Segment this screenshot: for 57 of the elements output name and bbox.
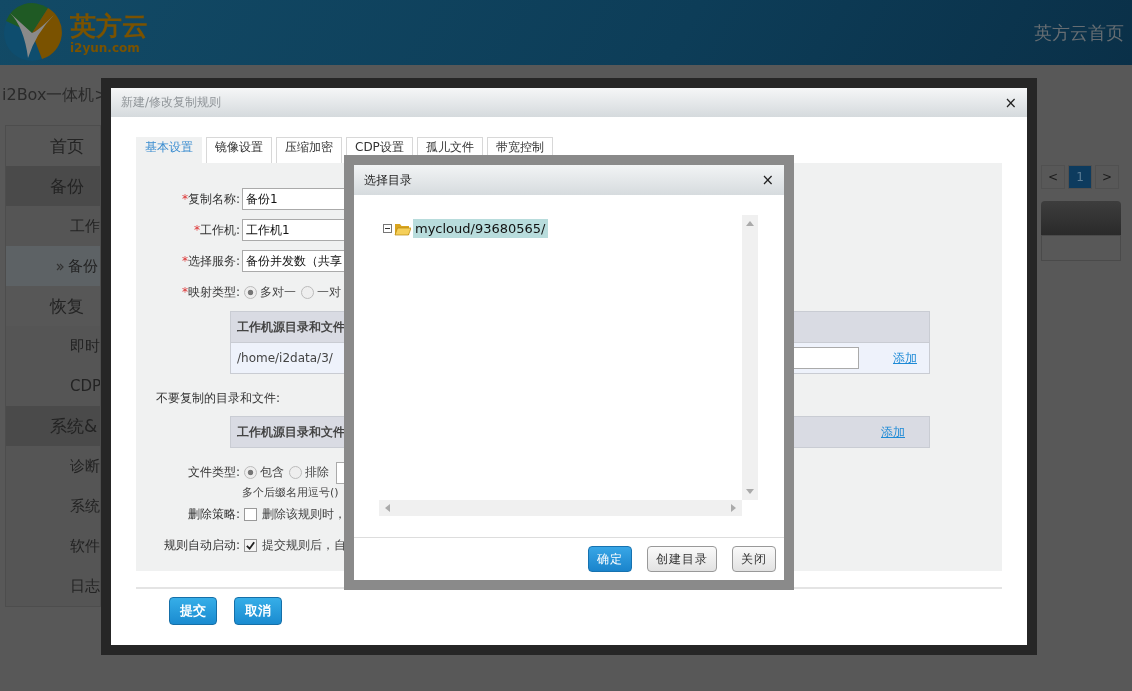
checkbox[interactable]: [244, 538, 257, 552]
close-button[interactable]: ×: [1004, 93, 1017, 112]
scrollbar[interactable]: [379, 500, 742, 516]
path-field[interactable]: [793, 347, 859, 369]
modal-title: 新建/修改复制规则: [121, 94, 222, 111]
prev-page-button[interactable]: <: [1041, 165, 1065, 189]
radio-button[interactable]: [289, 465, 302, 479]
checkbox[interactable]: [244, 507, 257, 521]
section-label: 不要复制的目录和文件:: [155, 390, 282, 407]
left-arrow-icon: [384, 503, 391, 513]
scrollbar[interactable]: [742, 215, 758, 500]
option-label: 提交规则后，自: [262, 536, 346, 554]
field-label: *复制名称:: [180, 191, 240, 208]
column-header: 工作机源目录和文件: [237, 423, 345, 441]
column-header: 工作机源目录和文件: [237, 318, 345, 336]
field-label: *选择服务:: [180, 253, 240, 270]
option-label: 包含: [260, 463, 284, 481]
page-button[interactable]: 1: [1068, 165, 1092, 189]
radio-button[interactable]: [244, 465, 257, 479]
button[interactable]: 创建目录: [647, 546, 717, 572]
logo-icon: [2, 2, 62, 63]
down-arrow-icon: [745, 488, 755, 495]
tree-node[interactable]: mycloud/93680565/: [413, 219, 548, 238]
button[interactable]: 取消: [234, 597, 282, 625]
folder-icon: [394, 221, 411, 236]
tab[interactable]: 基本设置: [136, 137, 202, 163]
option-label: 排除: [305, 463, 329, 481]
button[interactable]: 提交: [169, 597, 217, 625]
option-label: 一对: [317, 283, 341, 301]
dialog-title: 选择目录: [364, 171, 412, 189]
hint-text: 多个后缀名用逗号(): [242, 485, 340, 501]
right-arrow-icon: [730, 503, 737, 513]
collapse-icon[interactable]: [383, 224, 392, 233]
table-cell-text: /home/i2data/3/: [237, 351, 334, 365]
button[interactable]: 关闭: [732, 546, 776, 572]
field-label: 删除策略:: [186, 506, 240, 523]
add-link[interactable]: 添加: [881, 423, 905, 441]
field-label: 规则自动启动:: [162, 537, 240, 554]
tab[interactable]: 压缩加密: [276, 137, 342, 163]
logo-text: 英方云: [70, 10, 148, 41]
radio-button[interactable]: [244, 285, 257, 299]
tab[interactable]: 镜像设置: [206, 137, 272, 163]
home-link[interactable]: 英方云首页: [1034, 20, 1124, 45]
option-label: 多对一: [260, 283, 296, 301]
field-label: *映射类型:: [180, 284, 240, 301]
logo-subtext: i2yun.com: [70, 40, 141, 55]
sidebar-item[interactable]: 备份: [6, 246, 100, 286]
close-button[interactable]: ×: [761, 171, 774, 189]
field-label: 文件类型:: [186, 464, 240, 481]
button[interactable]: 确定: [588, 546, 632, 572]
up-arrow-icon: [745, 220, 755, 227]
add-link[interactable]: 添加: [893, 349, 917, 367]
radio-button[interactable]: [301, 285, 314, 299]
next-page-button[interactable]: >: [1095, 165, 1119, 189]
option-label: 删除该规则时，: [262, 505, 346, 523]
chevron-icon: [56, 263, 64, 271]
field-label: *工作机:: [192, 222, 240, 239]
